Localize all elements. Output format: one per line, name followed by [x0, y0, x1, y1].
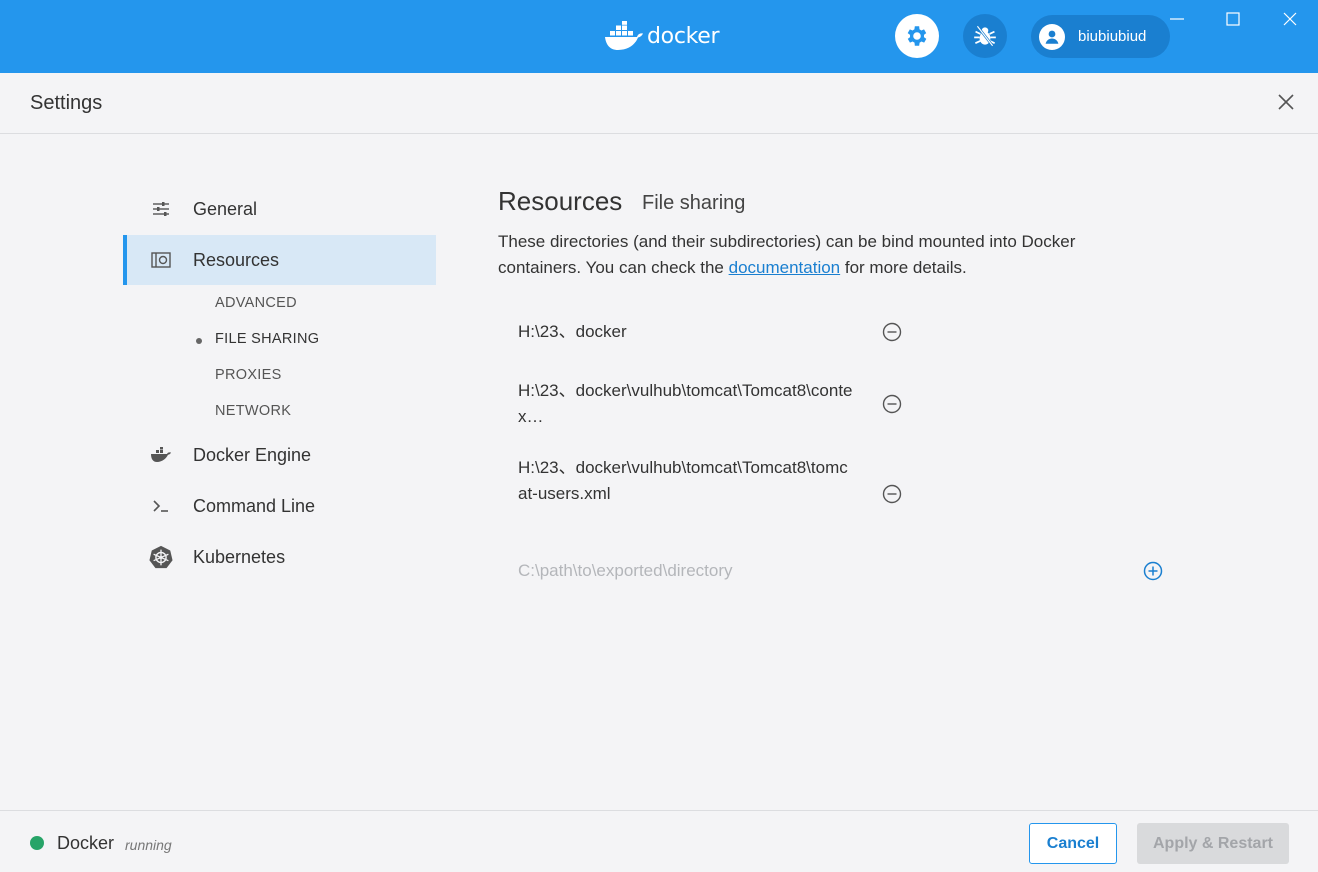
minimize-icon: [1170, 18, 1184, 20]
window-minimize-button[interactable]: [1165, 9, 1189, 29]
cancel-button[interactable]: Cancel: [1029, 823, 1117, 864]
engine-state: running: [125, 837, 172, 853]
account-button[interactable]: biubiubiud: [1031, 15, 1170, 58]
section-title: Resources: [498, 186, 623, 216]
new-path-input[interactable]: [518, 559, 1118, 583]
close-icon: [1278, 94, 1294, 110]
sidebar-subitem-network[interactable]: NETWORK: [215, 403, 291, 419]
engine-name: Docker: [57, 833, 115, 853]
title-bar: docker biubiubiud: [0, 0, 1318, 73]
description-text-end: for more details.: [840, 258, 967, 277]
shared-path-item: H:\23、docker\vulhub\tomcat\Tomcat8\conte…: [518, 378, 858, 430]
minus-circle-icon: [882, 322, 901, 341]
remove-path-button[interactable]: [881, 483, 902, 504]
docker-logo: docker: [604, 20, 720, 52]
gear-icon: [907, 26, 927, 46]
shared-path-text: H:\23、docker\vulhub\tomcat\Tomcat8\conte…: [518, 381, 853, 426]
minus-circle-icon: [882, 394, 901, 413]
terminal-prompt-icon: [149, 494, 173, 518]
sidebar-subitem-proxies[interactable]: PROXIES: [215, 367, 282, 383]
sidebar-subitem-file-sharing[interactable]: FILE SHARING: [215, 331, 319, 347]
sidebar-item-kubernetes[interactable]: Kubernetes: [123, 532, 436, 582]
sidebar-item-label: Command Line: [193, 495, 316, 516]
kubernetes-helm-icon: [149, 545, 173, 569]
user-name: biubiubiud: [1078, 28, 1147, 45]
settings-button[interactable]: [895, 14, 939, 58]
sidebar-item-command-line[interactable]: Command Line: [123, 481, 436, 531]
resources-icon: [149, 248, 173, 272]
minus-circle-icon: [882, 484, 901, 503]
shared-path-item: H:\23、docker\vulhub\tomcat\Tomcat8\tomca…: [518, 458, 848, 503]
settings-close-button[interactable]: [1274, 90, 1298, 114]
plus-circle-icon: [1143, 561, 1162, 580]
troubleshoot-button[interactable]: [963, 14, 1007, 58]
close-icon: [1283, 12, 1297, 26]
sliders-icon: [149, 197, 173, 221]
documentation-link[interactable]: documentation: [729, 258, 841, 277]
selected-indicator: [196, 338, 202, 344]
brand-name: docker: [647, 23, 720, 49]
sidebar-item-label: Resources: [193, 249, 280, 270]
sidebar-item-docker-engine[interactable]: Docker Engine: [123, 430, 436, 480]
settings-header: Settings: [0, 73, 1318, 134]
apply-restart-button[interactable]: Apply & Restart: [1137, 823, 1289, 864]
docker-whale-icon: [605, 21, 643, 50]
add-path-button[interactable]: [1142, 560, 1163, 581]
sidebar-item-label: Kubernetes: [193, 546, 286, 567]
sidebar-item-label: General: [193, 198, 258, 219]
sidebar-item-label: Docker Engine: [193, 444, 312, 465]
sidebar-subitem-advanced[interactable]: ADVANCED: [215, 295, 297, 311]
section-subtitle: File sharing: [642, 192, 746, 214]
user-icon: [1045, 30, 1059, 44]
sidebar-item-general[interactable]: General: [123, 184, 436, 234]
remove-path-button[interactable]: [881, 393, 902, 414]
sidebar-item-resources[interactable]: Resources: [123, 235, 436, 285]
maximize-icon: [1226, 12, 1240, 26]
avatar: [1039, 23, 1065, 50]
whale-engine-icon: [149, 443, 173, 467]
bug-icon: [974, 25, 996, 47]
shared-path-item: H:\23、docker: [518, 322, 627, 341]
window-close-button[interactable]: [1278, 9, 1302, 29]
remove-path-button[interactable]: [881, 321, 902, 342]
window-maximize-button[interactable]: [1221, 9, 1245, 29]
status-indicator: [30, 836, 44, 850]
footer: Docker running Cancel Apply & Restart: [0, 810, 1318, 872]
section-description: These directories (and their subdirector…: [498, 229, 1148, 281]
page-title: Settings: [30, 92, 103, 114]
